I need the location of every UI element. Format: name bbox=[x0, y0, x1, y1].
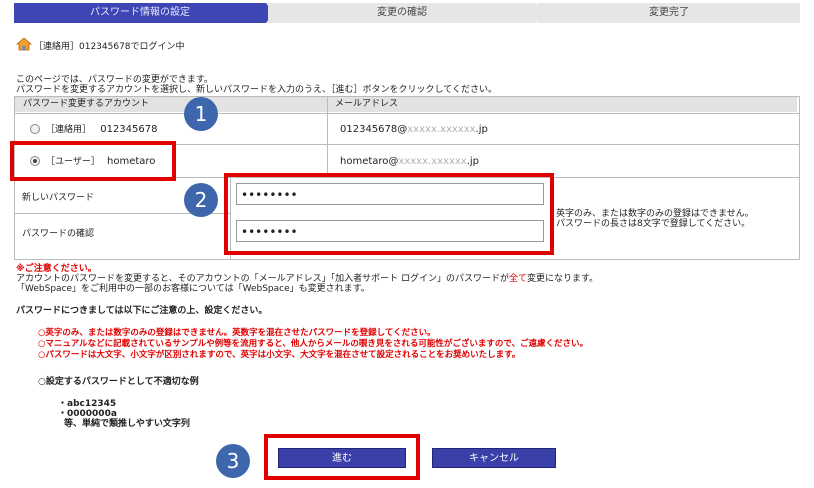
radio-button[interactable] bbox=[30, 124, 40, 134]
step-confirm: 変更の確認 bbox=[268, 3, 536, 23]
header-email: メールアドレス bbox=[327, 97, 797, 112]
step-password-settings: パスワード情報の設定 bbox=[14, 3, 266, 23]
email-contact: 012345678@xxxxx.xxxxxx.jp bbox=[340, 124, 488, 135]
bad-examples-heading: ○設定するパスワードとして不適切な例 bbox=[38, 377, 199, 387]
highlight-account-selection bbox=[10, 141, 176, 181]
intro-line-2: パスワードを変更するアカウントを選択し、新しいパスワードを入力のうえ、［進む］ボ… bbox=[16, 85, 497, 95]
divider bbox=[14, 113, 800, 114]
bad-example-item: 等、単純で類推しやすい文字列 bbox=[64, 419, 190, 429]
cancel-button[interactable]: キャンセル bbox=[432, 448, 556, 468]
home-icon bbox=[15, 36, 33, 55]
login-status: ［連絡用］012345678でログイン中 bbox=[34, 42, 185, 52]
highlight-password-fields bbox=[224, 173, 554, 255]
rule-3: ○パスワードは大文字、小文字が区別されますので、英字は小文字、大文字を混在させて… bbox=[38, 350, 521, 360]
account-option-contact[interactable]: ［連絡用］ 012345678 bbox=[30, 123, 157, 137]
password-note-2: パスワードの長さは8文字で登録してください。 bbox=[556, 219, 751, 229]
highlight-next-button bbox=[264, 434, 420, 480]
confirm-password-label: パスワードの確認 bbox=[22, 229, 95, 239]
step-marker-3: 3 bbox=[216, 444, 250, 478]
step-complete: 変更完了 bbox=[538, 3, 800, 23]
caution-line-2: 「WebSpace」をご利用中の一部のお客様については「WebSpace」も変更… bbox=[16, 284, 370, 294]
step-marker-2: 2 bbox=[184, 183, 218, 217]
divider bbox=[327, 96, 328, 178]
header-account: パスワード変更するアカウント bbox=[15, 97, 334, 112]
new-password-label: 新しいパスワード bbox=[22, 193, 95, 203]
step-marker-1: 1 bbox=[184, 97, 218, 131]
email-user: hometaro@xxxxx.xxxxxx.jp bbox=[340, 156, 480, 167]
notice-heading: パスワードにつきましては以下にご注意の上、設定ください。 bbox=[16, 306, 268, 316]
